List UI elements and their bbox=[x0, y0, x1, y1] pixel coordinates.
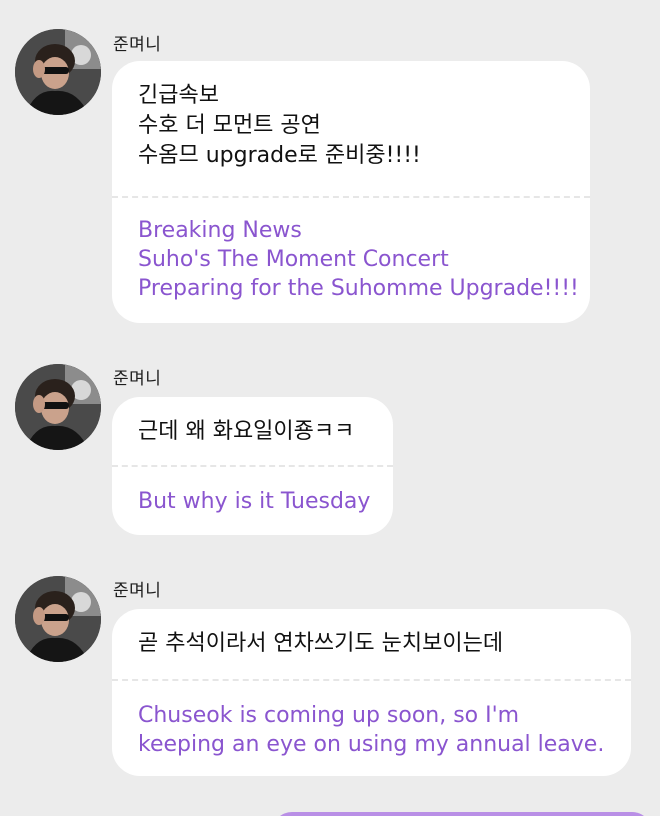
sender-avatar[interactable] bbox=[15, 364, 101, 450]
outgoing-message-bubble[interactable] bbox=[272, 812, 652, 816]
chat-thread: 준며니 긴급속보 수호 더 모먼트 공연 수옴므 upgrade로 준비중!!!… bbox=[0, 0, 660, 816]
translation-text: Breaking News Suho's The Moment Concert … bbox=[112, 198, 590, 303]
message-bubble[interactable]: 곧 추석이라서 연차쓰기도 눈치보이는데 Chuseok is coming u… bbox=[112, 609, 631, 776]
original-text: 근데 왜 화요일이죵ㅋㅋ bbox=[112, 397, 393, 465]
sender-avatar[interactable] bbox=[15, 29, 101, 115]
avatar-photo-icon bbox=[15, 576, 101, 662]
original-line: 수호 더 모먼트 공연 bbox=[138, 113, 321, 138]
sender-name: 준며니 bbox=[113, 581, 162, 601]
translation-line: Chuseok is coming up soon, so I'm bbox=[138, 703, 520, 728]
avatar-photo-icon bbox=[15, 29, 101, 115]
translation-line: Preparing for the Suhomme Upgrade!!!! bbox=[138, 276, 579, 301]
sender-name: 준며니 bbox=[113, 369, 162, 389]
translation-line: Breaking News bbox=[138, 218, 302, 243]
translation-line: Suho's The Moment Concert bbox=[138, 247, 449, 272]
translation-line: keeping an eye on using my annual leave. bbox=[138, 732, 605, 757]
avatar-photo-icon bbox=[15, 364, 101, 450]
sender-name: 준며니 bbox=[113, 35, 162, 55]
original-line: 긴급속보 bbox=[138, 83, 219, 108]
translation-text: Chuseok is coming up soon, so I'm keepin… bbox=[112, 681, 631, 759]
original-text: 곧 추석이라서 연차쓰기도 눈치보이는데 bbox=[112, 609, 631, 679]
original-line: 근데 왜 화요일이죵ㅋㅋ bbox=[138, 419, 355, 444]
original-line: 수옴므 upgrade로 준비중!!!! bbox=[138, 143, 421, 168]
original-line: 곧 추석이라서 연차쓰기도 눈치보이는데 bbox=[138, 631, 504, 656]
message-bubble[interactable]: 긴급속보 수호 더 모먼트 공연 수옴므 upgrade로 준비중!!!! Br… bbox=[112, 61, 590, 323]
translation-text: But why is it Tuesday bbox=[112, 467, 393, 516]
translation-line: But why is it Tuesday bbox=[138, 489, 371, 514]
message-bubble[interactable]: 근데 왜 화요일이죵ㅋㅋ But why is it Tuesday bbox=[112, 397, 393, 535]
original-text: 긴급속보 수호 더 모먼트 공연 수옴므 upgrade로 준비중!!!! bbox=[112, 61, 590, 196]
sender-avatar[interactable] bbox=[15, 576, 101, 662]
